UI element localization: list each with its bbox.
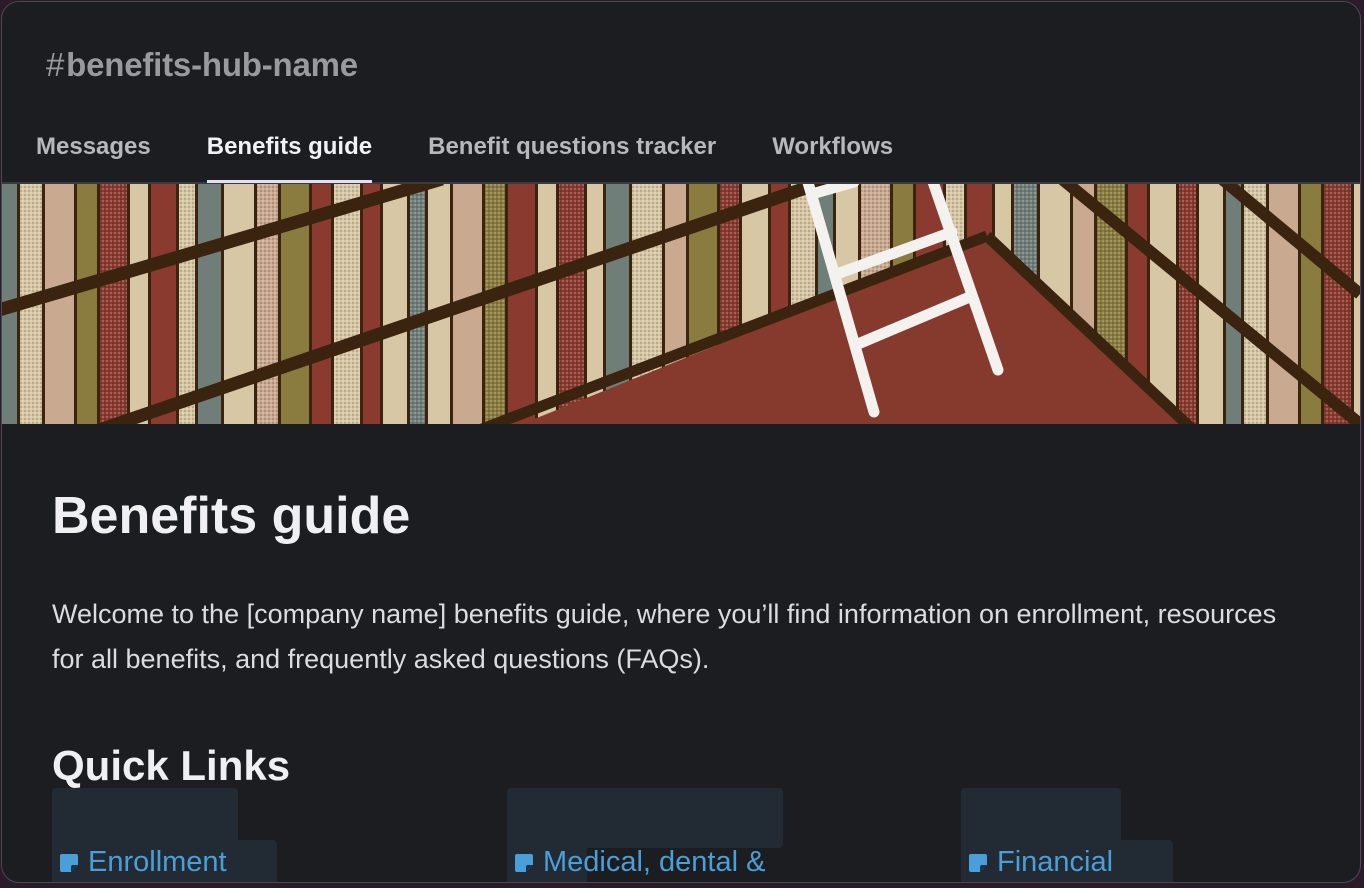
link-medical-dental[interactable]: Medical, dental &	[513, 846, 765, 879]
page-title: Benefits guide	[52, 487, 411, 545]
tab-messages[interactable]: Messages	[36, 128, 151, 182]
bookshelf-ladder-illustration	[2, 184, 1360, 424]
document-icon	[60, 853, 78, 872]
banner-image	[2, 184, 1360, 424]
link-label: Enrollment	[88, 846, 227, 878]
channel-name[interactable]: #benefits-hub-name	[46, 46, 358, 84]
tab-benefit-questions-tracker[interactable]: Benefit questions tracker	[428, 128, 716, 182]
intro-paragraph: Welcome to the [company name] benefits g…	[52, 599, 1277, 674]
channel-name-text: benefits-hub-name	[66, 46, 358, 83]
channel-header: #benefits-hub-name Messages Benefits gui…	[2, 2, 1360, 184]
app-window: #benefits-hub-name Messages Benefits gui…	[1, 1, 1361, 883]
quick-links-heading: Quick Links	[52, 742, 291, 789]
document-icon	[515, 853, 533, 872]
quick-links: Enrollment Medical, dental & Financial	[52, 788, 1292, 882]
channel-tabs: Messages Benefits guide Benefit question…	[2, 128, 915, 183]
link-enrollment[interactable]: Enrollment	[58, 846, 227, 879]
link-financial[interactable]: Financial	[967, 846, 1113, 879]
tab-benefits-guide[interactable]: Benefits guide	[206, 128, 373, 183]
canvas-content: Benefits guide Welcome to the [company n…	[52, 424, 1302, 792]
document-icon	[969, 853, 987, 872]
channel-hash-icon: #	[46, 46, 65, 83]
link-label: Financial	[997, 846, 1114, 878]
link-label: Medical, dental &	[543, 846, 766, 878]
tab-workflows[interactable]: Workflows	[772, 128, 893, 182]
